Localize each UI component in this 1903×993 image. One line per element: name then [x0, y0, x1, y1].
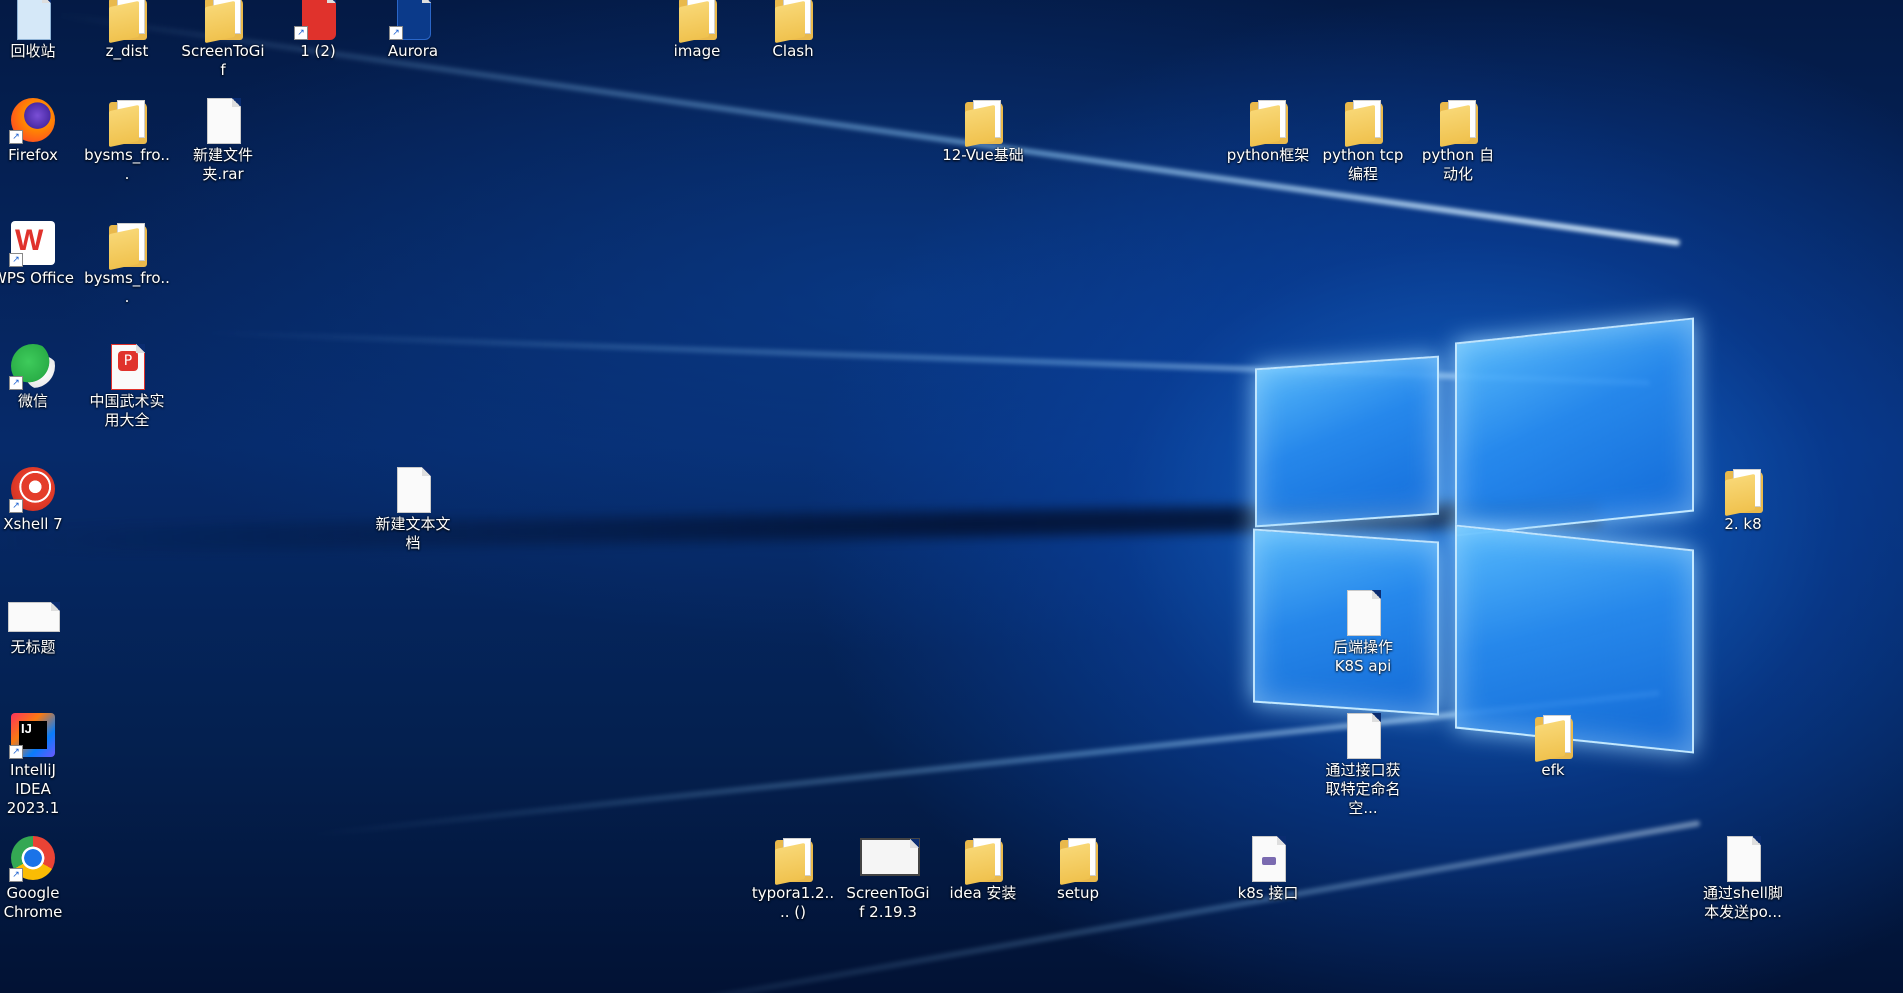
folder-icon [673, 0, 721, 44]
desktop-icon-xshell[interactable]: ↗ Xshell 7 [0, 465, 76, 534]
zip-folder-icon [103, 219, 151, 271]
desktop-icon-aurora[interactable]: ↗ Aurora [370, 0, 456, 61]
desktop-icon-12-vue[interactable]: 12-Vue基础 [940, 96, 1026, 165]
folder-icon [199, 0, 247, 44]
desktop-icon-intellij-idea[interactable]: IJ ↗ IntelliJ IDEA 2023.1 [0, 711, 76, 818]
windows-logo-pane-top-right [1455, 317, 1694, 537]
folder-icon [1719, 465, 1767, 517]
desktop-icon-wechat[interactable]: ↗ 微信 [0, 342, 76, 411]
windows-logo-pane-top-left [1255, 355, 1439, 528]
desktop-icon-google-chrome[interactable]: ↗ Google Chrome [0, 834, 76, 922]
image-thumbnail-icon [8, 602, 60, 632]
desktop-icon-screentogif-app[interactable]: ScreenToGif 2.19.3 [845, 834, 931, 922]
desktop-icon-firefox[interactable]: ↗ Firefox [0, 96, 76, 165]
desktop-icon-k8s-interface[interactable]: k8s 接口 [1225, 834, 1311, 903]
folder-icon [769, 0, 817, 44]
document-icon [1347, 713, 1381, 759]
desktop-icon-untitled[interactable]: 无标题 [0, 588, 76, 657]
desktop-icon-setup[interactable]: setup [1035, 834, 1121, 903]
folder-icon [1244, 96, 1292, 148]
shortcut-arrow-icon: ↗ [9, 253, 23, 267]
desktop-icon-new-folder-rar[interactable]: 新建文件夹.rar [180, 96, 266, 184]
desktop-icon-1-2[interactable]: ↗ 1 (2) [275, 0, 361, 61]
shortcut-arrow-icon: ↗ [9, 130, 23, 144]
shortcut-arrow-icon: ↗ [389, 26, 403, 40]
desktop-icon-backend-k8s-api[interactable]: 后端操作K8S api [1320, 588, 1406, 676]
recycle-bin-icon [17, 0, 51, 40]
markdown-document-icon [1252, 836, 1286, 882]
folder-icon [769, 834, 817, 886]
folder-icon [1529, 711, 1577, 763]
pdf-document-icon: P [111, 344, 145, 390]
desktop-icon-get-namespace-api[interactable]: 通过接口获取特定命名空... [1320, 711, 1406, 818]
desktop-icon-bysms-zip-1[interactable]: bysms_fro... [84, 96, 170, 184]
desktop-icon-bysms-zip-2[interactable]: bysms_fro... [84, 219, 170, 307]
document-icon [207, 98, 241, 144]
desktop-icon-recycle-bin[interactable]: 回收站 [0, 0, 76, 61]
desktop-icon-image[interactable]: image [654, 0, 740, 61]
shortcut-arrow-icon: ↗ [9, 745, 23, 759]
folder-icon [959, 96, 1007, 148]
desktop-icon-python-framework[interactable]: python框架 [1225, 96, 1311, 165]
shortcut-arrow-icon: ↗ [294, 26, 308, 40]
screentogif-app-icon [860, 838, 920, 876]
desktop-icon-python-tcp[interactable]: python tcp 编程 [1320, 96, 1406, 184]
folder-icon [1054, 834, 1102, 886]
desktop-icon-chinese-martial-arts-pdf[interactable]: P 中国武术实用大全 [84, 342, 170, 430]
desktop-icon-2-k8[interactable]: 2. k8 [1700, 465, 1786, 534]
document-icon [1347, 590, 1381, 636]
desktop-icon-clash[interactable]: Clash [750, 0, 836, 61]
folder-icon [103, 0, 151, 44]
shortcut-arrow-icon: ↗ [9, 499, 23, 513]
desktop-icon-efk[interactable]: efk [1510, 711, 1596, 780]
shortcut-arrow-icon: ↗ [9, 868, 23, 882]
folder-icon [1339, 96, 1387, 148]
document-icon [1727, 836, 1761, 882]
desktop-icon-idea-install[interactable]: idea 安装 [940, 834, 1026, 903]
folder-icon [959, 834, 1007, 886]
desktop-icon-z-dist[interactable]: z_dist [84, 0, 170, 61]
desktop-icon-wps-office[interactable]: W ↗ WPS Office [0, 219, 76, 288]
shortcut-arrow-icon: ↗ [9, 376, 23, 390]
zip-folder-icon [103, 96, 151, 148]
folder-icon [1434, 96, 1482, 148]
document-icon [397, 467, 431, 513]
desktop-icon-python-automation[interactable]: python 自动化 [1415, 96, 1501, 184]
desktop-icon-shell-script-post[interactable]: 通过shell脚本发送po... [1700, 834, 1786, 922]
desktop-icon-typora[interactable]: typora1.2.... () [750, 834, 836, 922]
desktop-icon-screentogif-folder[interactable]: ScreenToGif [180, 0, 266, 80]
desktop-icon-new-text-document[interactable]: 新建文本文档 [370, 465, 456, 553]
